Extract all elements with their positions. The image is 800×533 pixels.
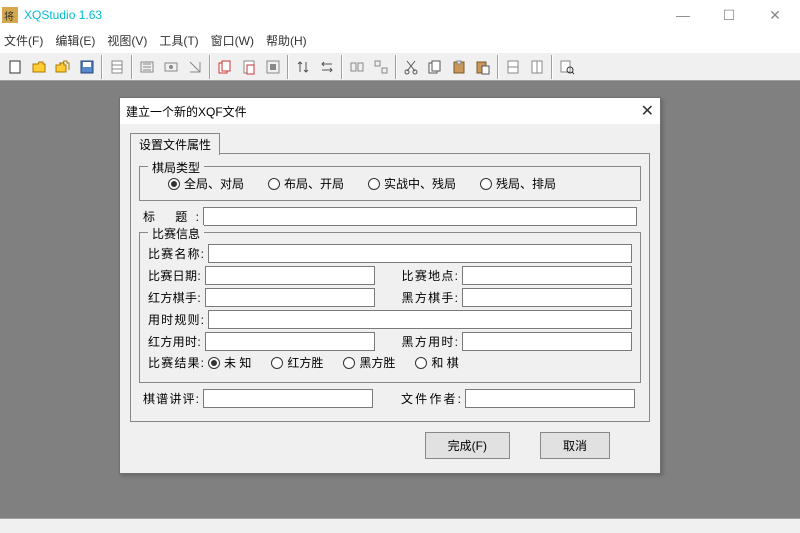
radio-icon [343, 357, 355, 369]
red-time-label: 红方用时: [148, 333, 201, 350]
radio-icon [168, 178, 180, 190]
toolbar [0, 52, 800, 81]
gametype-option-opening[interactable]: 布局、开局 [268, 175, 344, 192]
black-player-input[interactable] [462, 288, 632, 307]
black-time-input[interactable] [462, 332, 632, 351]
dialog-title: 建立一个新的XQF文件 [126, 103, 247, 120]
tool-icon[interactable] [345, 55, 369, 79]
tool-icon[interactable] [159, 55, 183, 79]
gametype-group: 棋局类型 全局、对局 布局、开局 实战中、残局 残局、排局 [139, 166, 641, 201]
title-label: 标 题: [143, 208, 199, 225]
tool-icon[interactable] [135, 55, 159, 79]
status-bar [0, 518, 800, 533]
tool-icon[interactable] [501, 55, 525, 79]
toolbar-separator [101, 55, 103, 79]
copy-icon[interactable] [423, 55, 447, 79]
gametype-option-endgame[interactable]: 残局、排局 [480, 175, 556, 192]
toolbar-separator [341, 55, 343, 79]
menu-edit[interactable]: 编辑(E) [55, 32, 95, 49]
tab-header: 设置文件属性 [130, 132, 650, 154]
minimize-button[interactable]: — [660, 0, 706, 30]
radio-icon [208, 357, 220, 369]
menu-tool[interactable]: 工具(T) [159, 32, 198, 49]
commentary-label: 棋谱讲评: [143, 390, 199, 407]
radio-icon [368, 178, 380, 190]
gametype-legend: 棋局类型 [148, 159, 204, 176]
paste-board-icon[interactable] [237, 55, 261, 79]
toolbar-separator [551, 55, 553, 79]
match-place-label: 比赛地点: [402, 267, 458, 284]
black-player-label: 黑方棋手: [402, 289, 458, 306]
toolbar-separator [287, 55, 289, 79]
author-label: 文件作者: [401, 390, 461, 407]
red-time-input[interactable] [205, 332, 375, 351]
red-player-label: 红方棋手: [148, 289, 201, 306]
title-input[interactable] [203, 207, 637, 226]
radio-icon [415, 357, 427, 369]
result-option-unknown[interactable]: 未 知 [208, 354, 251, 371]
swap-icon[interactable] [315, 55, 339, 79]
author-input[interactable] [465, 389, 635, 408]
black-time-label: 黑方用时: [402, 333, 458, 350]
tool-icon[interactable] [261, 55, 285, 79]
open-multi-icon[interactable] [51, 55, 75, 79]
swap-icon[interactable] [291, 55, 315, 79]
toolbar-separator [131, 55, 133, 79]
cancel-button[interactable]: 取消 [540, 432, 610, 459]
finish-button[interactable]: 完成(F) [425, 432, 510, 459]
match-date-label: 比赛日期: [148, 267, 201, 284]
new-icon[interactable] [3, 55, 27, 79]
toolbar-separator [497, 55, 499, 79]
tab-file-properties[interactable]: 设置文件属性 [130, 133, 220, 155]
commentary-input[interactable] [203, 389, 373, 408]
matchinfo-legend: 比赛信息 [148, 225, 204, 242]
board-icon[interactable] [105, 55, 129, 79]
result-label: 比赛结果: [148, 354, 204, 371]
radio-icon [268, 178, 280, 190]
open-icon[interactable] [27, 55, 51, 79]
tool-icon[interactable] [525, 55, 549, 79]
match-name-label: 比赛名称: [148, 245, 204, 262]
search-icon[interactable] [555, 55, 579, 79]
result-option-draw[interactable]: 和 棋 [415, 354, 458, 371]
app-title: XQStudio 1.63 [24, 8, 102, 22]
toolbar-separator [395, 55, 397, 79]
match-date-input[interactable] [205, 266, 375, 285]
dialog-titlebar: 建立一个新的XQF文件 ✕ [120, 98, 660, 124]
paste-special-icon[interactable] [471, 55, 495, 79]
menu-help[interactable]: 帮助(H) [266, 32, 307, 49]
match-place-input[interactable] [462, 266, 632, 285]
menu-window[interactable]: 窗口(W) [211, 32, 254, 49]
matchinfo-group: 比赛信息 比赛名称: 比赛日期: 比赛地点: 红方棋手: 黑方棋手: 用时规则:… [139, 232, 641, 383]
menu-bar: 文件(F) 编辑(E) 视图(V) 工具(T) 窗口(W) 帮助(H) [0, 30, 800, 52]
tool-icon[interactable] [369, 55, 393, 79]
paste-icon[interactable] [447, 55, 471, 79]
gametype-option-full[interactable]: 全局、对局 [168, 175, 244, 192]
maximize-button[interactable]: ☐ [706, 0, 752, 30]
toolbar-separator [209, 55, 211, 79]
result-option-redwin[interactable]: 红方胜 [271, 354, 323, 371]
radio-icon [271, 357, 283, 369]
menu-file[interactable]: 文件(F) [4, 32, 43, 49]
result-option-blackwin[interactable]: 黑方胜 [343, 354, 395, 371]
app-icon [2, 7, 18, 23]
menu-view[interactable]: 视图(V) [107, 32, 147, 49]
radio-icon [480, 178, 492, 190]
copy-board-icon[interactable] [213, 55, 237, 79]
gametype-option-midend[interactable]: 实战中、残局 [368, 175, 456, 192]
time-rule-label: 用时规则: [148, 311, 204, 328]
close-icon[interactable]: ✕ [641, 101, 654, 121]
close-button[interactable]: ✕ [752, 0, 798, 30]
cut-icon[interactable] [399, 55, 423, 79]
red-player-input[interactable] [205, 288, 375, 307]
match-name-input[interactable] [208, 244, 632, 263]
save-icon[interactable] [75, 55, 99, 79]
window-controls: — ☐ ✕ [660, 0, 798, 30]
title-bar: XQStudio 1.63 — ☐ ✕ [0, 0, 800, 30]
tool-icon[interactable] [183, 55, 207, 79]
new-file-dialog: 建立一个新的XQF文件 ✕ 设置文件属性 棋局类型 全局、对局 布局、开局 实战… [119, 97, 661, 474]
time-rule-input[interactable] [208, 310, 632, 329]
